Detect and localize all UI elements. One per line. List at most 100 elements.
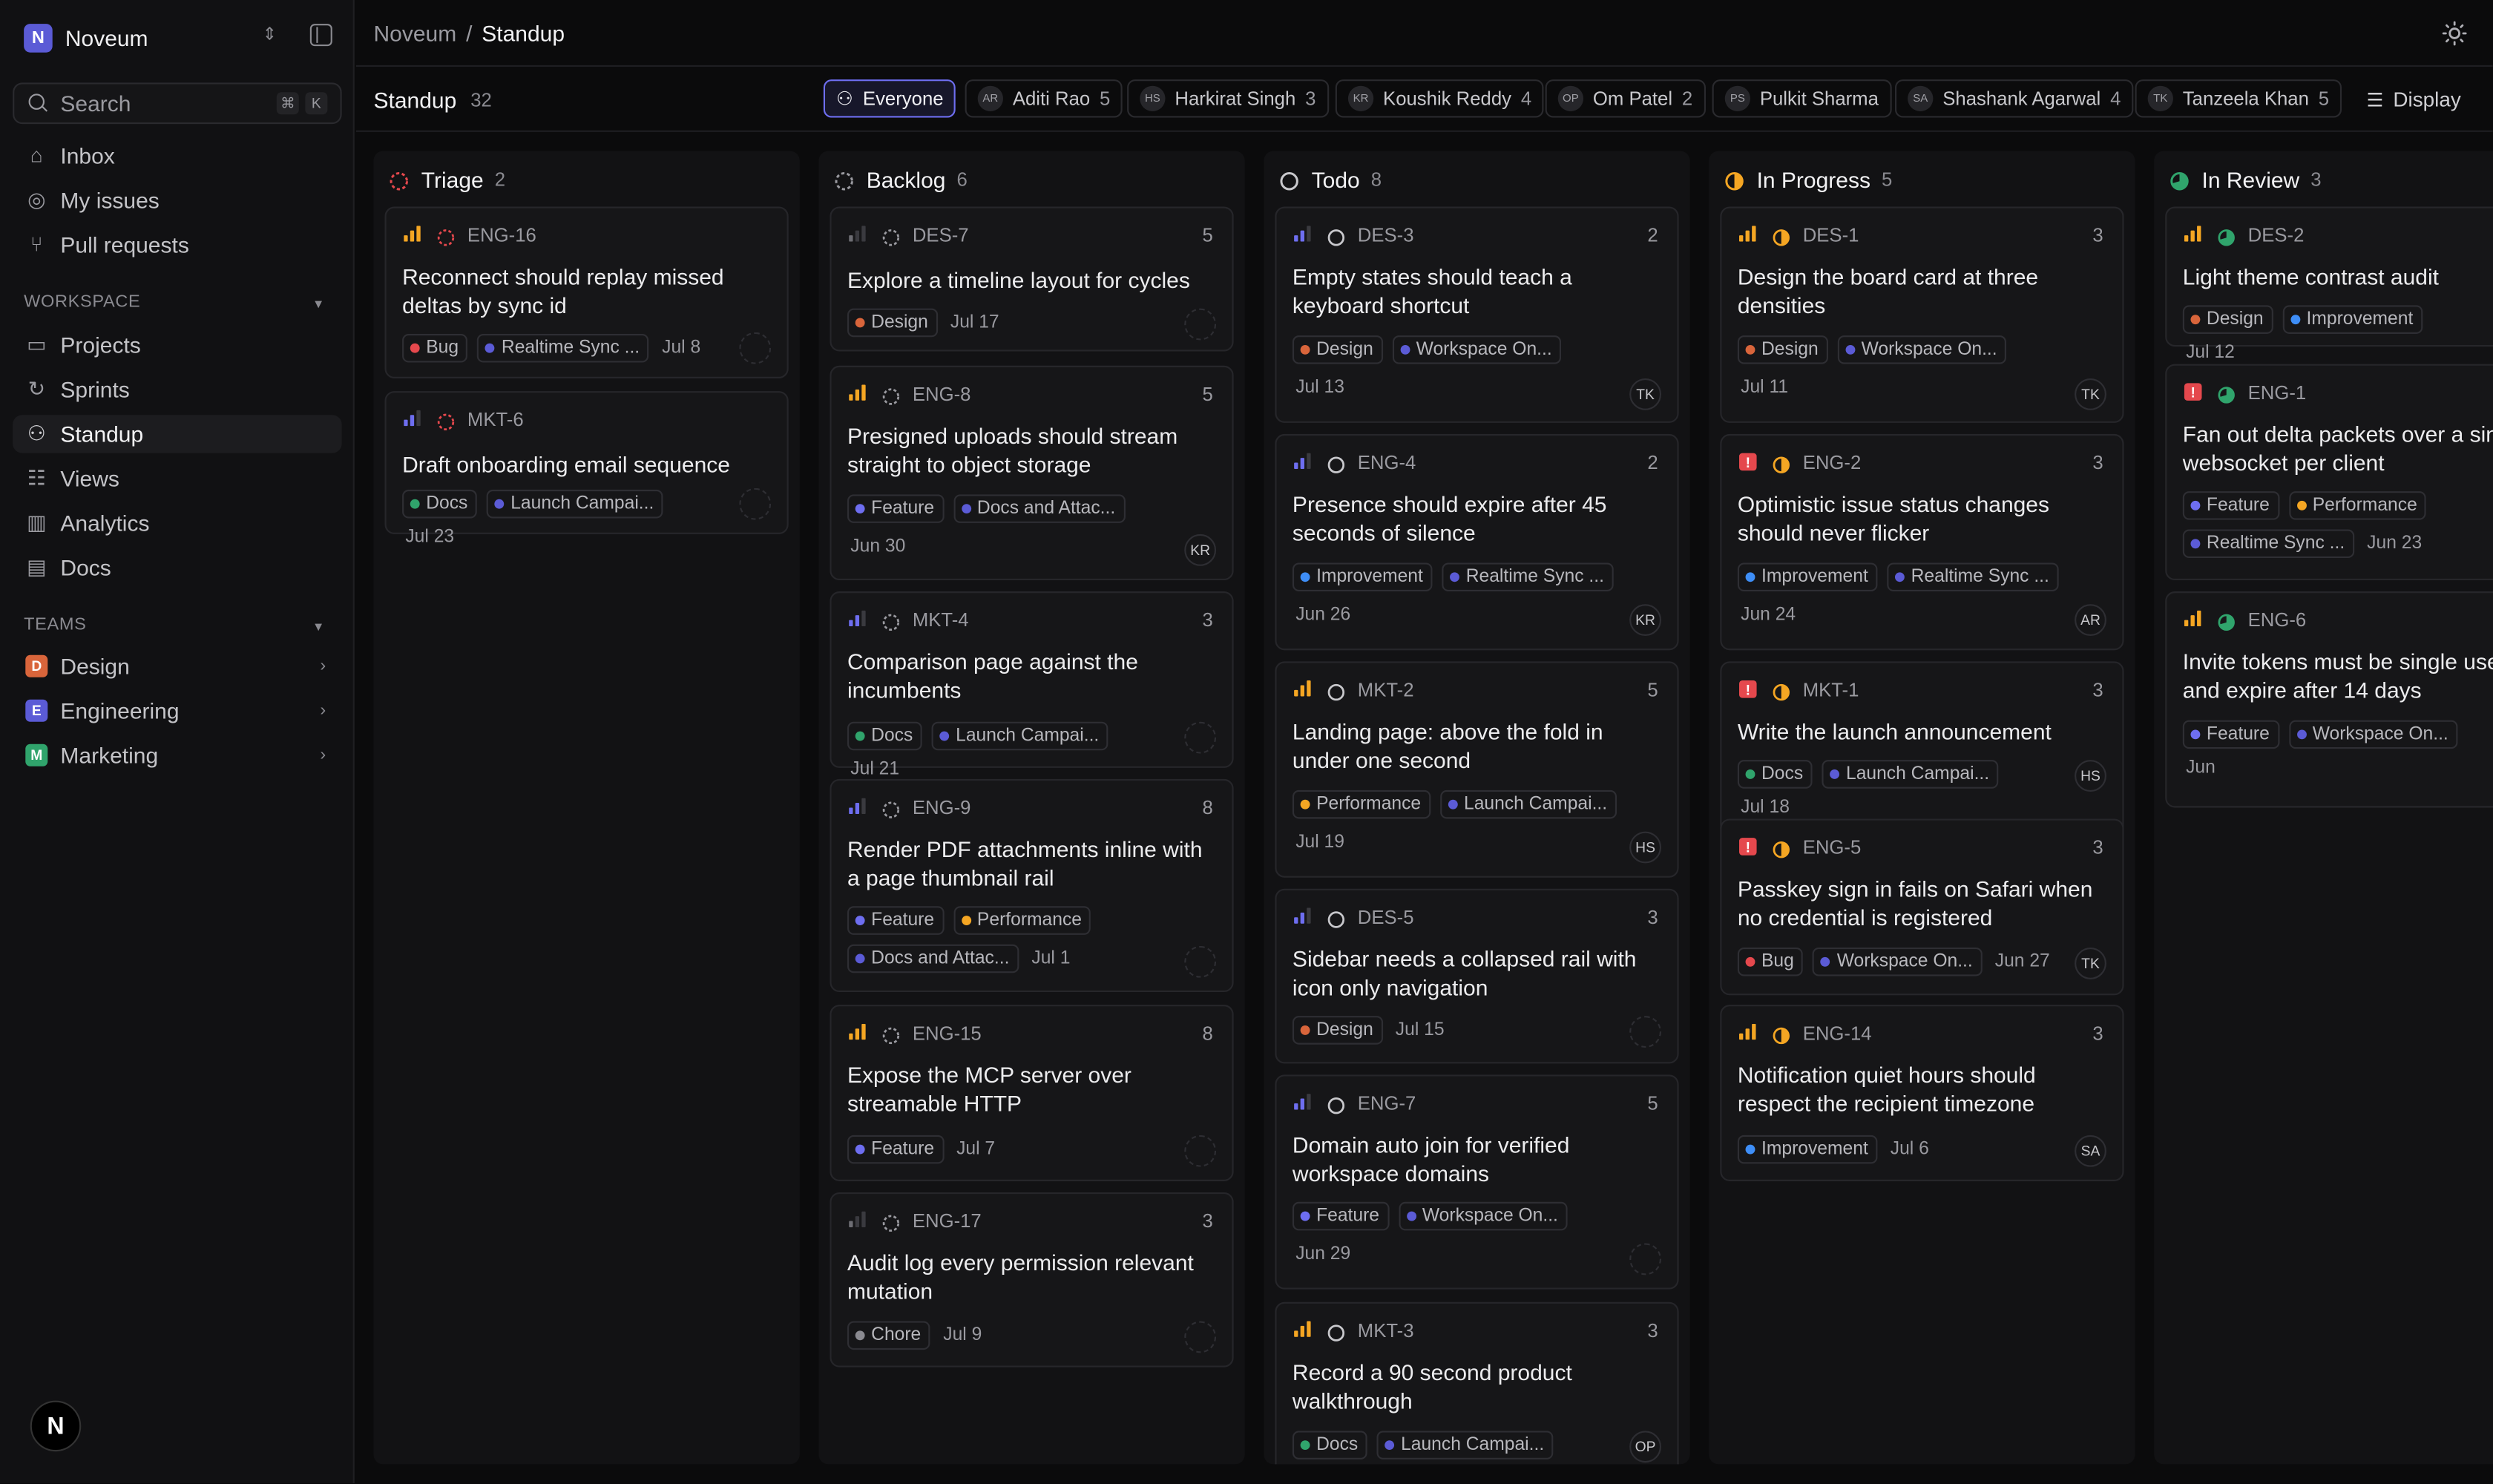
label-chip[interactable]: Design xyxy=(847,308,938,338)
unassigned-avatar-icon[interactable] xyxy=(1184,308,1217,341)
issue-card[interactable]: MKT-3 3 Record a 90 second product walkthr… xyxy=(1275,1301,1679,1465)
chevron-down-icon[interactable]: ▾ xyxy=(315,618,322,636)
issue-card[interactable]: ENG-16 Reconnect should replay missed del… xyxy=(384,206,789,378)
team-marketing[interactable]: M Marketing › xyxy=(13,736,342,774)
label-chip[interactable]: Docs and Attac... xyxy=(847,944,1019,974)
unassigned-avatar-icon[interactable] xyxy=(739,332,772,364)
sun-icon[interactable] xyxy=(2442,21,2467,46)
unassigned-avatar-icon[interactable] xyxy=(739,487,772,520)
issue-card[interactable]: DES-3 2 Empty states should teach a keyboa… xyxy=(1275,206,1679,423)
team-engineering[interactable]: E Engineering › xyxy=(13,692,342,729)
issue-card[interactable]: ! ENG-5 3 Passkey sign in fails on Safari w… xyxy=(1720,818,2124,996)
label-chip[interactable]: Bug xyxy=(402,333,468,363)
filter-person[interactable]: PS Pulkit Sharma xyxy=(1712,79,1892,118)
label-chip[interactable]: Performance xyxy=(953,906,1091,935)
display-button[interactable]: ☰ Display xyxy=(2366,88,2460,111)
chevron-down-icon[interactable]: ▾ xyxy=(315,296,322,314)
user-avatar[interactable]: N xyxy=(30,1400,82,1452)
assignee-avatar[interactable]: TK xyxy=(2075,947,2106,979)
chevron-right-icon[interactable]: › xyxy=(320,701,326,720)
label-chip[interactable]: Feature xyxy=(847,906,944,935)
issue-card[interactable]: ENG-4 2 Presence should expire after 45 se… xyxy=(1275,433,1679,651)
nav-inbox[interactable]: ⌂ Inbox xyxy=(13,137,342,174)
filter-person[interactable]: HS Harkirat Singh 3 xyxy=(1127,79,1329,118)
nav-projects[interactable]: ▭ Projects xyxy=(13,326,342,364)
label-chip[interactable]: Launch Campai... xyxy=(487,489,664,519)
assignee-avatar[interactable]: HS xyxy=(1629,831,1662,864)
unassigned-avatar-icon[interactable] xyxy=(1184,1321,1217,1353)
filter-person[interactable]: KR Koushik Reddy 4 xyxy=(1335,79,1545,118)
label-chip[interactable]: Launch Campai... xyxy=(1439,789,1617,819)
assignee-avatar[interactable]: AR xyxy=(2075,604,2106,637)
chevron-right-icon[interactable]: › xyxy=(320,746,326,765)
filter-everyone[interactable]: ⚇ Everyone xyxy=(823,79,956,118)
label-chip[interactable]: Workspace On... xyxy=(2288,720,2458,749)
label-chip[interactable]: Feature xyxy=(847,1135,944,1164)
assignee-avatar[interactable]: TK xyxy=(2075,378,2106,410)
label-chip[interactable]: Docs and Attac... xyxy=(953,494,1126,523)
breadcrumb-root[interactable]: Noveum xyxy=(374,21,457,46)
label-chip[interactable]: Design xyxy=(1292,1016,1383,1045)
label-chip[interactable]: Design xyxy=(1292,335,1383,364)
issue-card[interactable]: DES-7 5 Explore a timeline layout for cycl… xyxy=(830,206,1234,352)
filter-person[interactable]: OP Om Patel 2 xyxy=(1545,79,1706,118)
issue-card[interactable]: ! ENG-1 Fan out delta packets over a singl… xyxy=(2165,364,2493,581)
issue-card[interactable]: DES-5 3 Sidebar needs a collapsed rail wit… xyxy=(1275,888,1679,1064)
label-chip[interactable]: Workspace On... xyxy=(1398,1201,1568,1231)
nav-analytics[interactable]: ▥ Analytics xyxy=(13,504,342,542)
label-chip[interactable]: Bug xyxy=(1737,947,1804,976)
sidebar-toggle-icon[interactable] xyxy=(309,24,332,47)
issue-card[interactable]: ENG-7 5 Domain auto join for verified work… xyxy=(1275,1074,1679,1290)
label-chip[interactable]: Workspace On... xyxy=(1813,947,1983,976)
label-chip[interactable]: Design xyxy=(2182,305,2273,334)
label-chip[interactable]: Workspace On... xyxy=(1837,335,2007,364)
label-chip[interactable]: Chore xyxy=(847,1321,931,1350)
label-chip[interactable]: Feature xyxy=(2182,720,2279,749)
unassigned-avatar-icon[interactable] xyxy=(1629,1016,1662,1048)
label-chip[interactable]: Workspace On... xyxy=(1392,335,1562,364)
column-header[interactable]: In Progress 5 xyxy=(1725,167,1892,192)
column-header[interactable]: Todo 8 xyxy=(1280,167,1382,192)
nav-sprints[interactable]: ↻ Sprints xyxy=(13,370,342,408)
team-design[interactable]: D Design › xyxy=(13,647,342,685)
label-chip[interactable]: Performance xyxy=(2288,491,2427,520)
label-chip[interactable]: Feature xyxy=(847,494,944,523)
unassigned-avatar-icon[interactable] xyxy=(1184,721,1217,754)
nav-docs[interactable]: ▤ Docs xyxy=(13,548,342,586)
issue-card[interactable]: MKT-2 5 Landing page: above the fold in un… xyxy=(1275,661,1679,878)
nav-pull-requests[interactable]: ⑂ Pull requests xyxy=(13,226,342,263)
issue-card[interactable]: DES-1 3 Design the board card at three den… xyxy=(1720,206,2124,423)
filter-person[interactable]: TK Tanzeela Khan 5 xyxy=(2135,79,2342,118)
label-chip[interactable]: Launch Campai... xyxy=(1376,1431,1554,1460)
issue-card[interactable]: ENG-8 5 Presigned uploads should stream st… xyxy=(830,365,1234,581)
filter-person[interactable]: AR Aditi Rao 5 xyxy=(965,79,1123,118)
issue-card[interactable]: ENG-9 8 Render PDF attachments inline with… xyxy=(830,778,1234,992)
issue-card[interactable]: ENG-6 Invite tokens must be single use an… xyxy=(2165,591,2493,808)
unassigned-avatar-icon[interactable] xyxy=(1629,1243,1662,1275)
filter-person[interactable]: SA Shashank Agarwal 4 xyxy=(1894,79,2134,118)
label-chip[interactable]: Docs xyxy=(1292,1431,1368,1460)
column-header[interactable]: Triage 2 xyxy=(390,167,505,192)
label-chip[interactable]: Performance xyxy=(1292,789,1431,819)
nav-views[interactable]: ☷ Views xyxy=(13,459,342,497)
nav-my-issues[interactable]: ◎ My issues xyxy=(13,181,342,219)
unassigned-avatar-icon[interactable] xyxy=(1184,945,1217,978)
assignee-avatar[interactable]: SA xyxy=(2075,1135,2106,1167)
label-chip[interactable]: Realtime Sync ... xyxy=(1442,562,1614,592)
label-chip[interactable]: Feature xyxy=(2182,491,2279,520)
label-chip[interactable]: Feature xyxy=(1292,1201,1389,1231)
label-chip[interactable]: Improvement xyxy=(2282,305,2423,334)
unassigned-avatar-icon[interactable] xyxy=(1184,1135,1217,1167)
nav-standup[interactable]: ⚇ Standup xyxy=(13,415,342,453)
issue-card[interactable]: MKT-6 Draft onboarding email sequence Docs… xyxy=(384,391,789,547)
issue-card[interactable]: MKT-4 3 Comparison page against the incumb… xyxy=(830,591,1234,779)
label-chip[interactable]: Docs xyxy=(1737,760,1813,789)
label-chip[interactable]: Realtime Sync ... xyxy=(477,333,650,363)
issue-card[interactable]: ENG-15 8 Expose the MCP server over stream… xyxy=(830,1005,1234,1181)
issue-card[interactable]: ! ENG-2 3 Optimistic issue status changes s… xyxy=(1720,433,2124,651)
label-chip[interactable]: Design xyxy=(1737,335,1828,364)
chevron-right-icon[interactable]: › xyxy=(320,657,326,676)
assignee-avatar[interactable]: KR xyxy=(1184,533,1217,566)
label-chip[interactable]: Improvement xyxy=(1737,562,1878,592)
label-chip[interactable]: Realtime Sync ... xyxy=(1887,562,2059,592)
